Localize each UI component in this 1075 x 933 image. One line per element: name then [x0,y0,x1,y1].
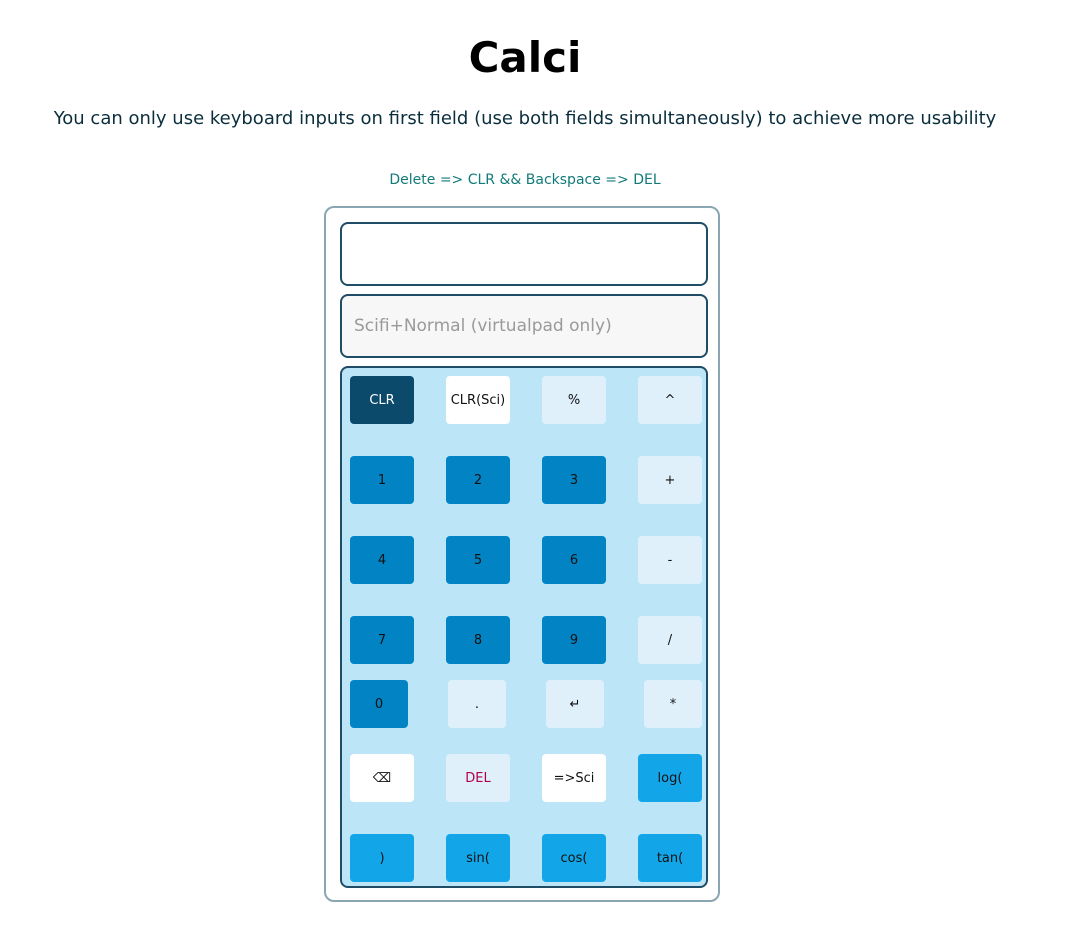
del-button[interactable]: DEL [446,754,510,802]
minus-button[interactable]: - [638,536,702,584]
log-button[interactable]: log( [638,754,702,802]
calculator: CLR CLR(Sci) % ^ 1 2 3 + 4 5 6 - 7 8 9 /… [324,206,720,902]
page-subtitle: You can only use keyboard inputs on firs… [53,108,997,129]
digit-3-button[interactable]: 3 [542,456,606,504]
multiply-button[interactable]: * [644,680,702,728]
digit-4-button[interactable]: 4 [350,536,414,584]
keyboard-hint: Delete => CLR && Backspace => DEL [389,172,661,188]
digit-6-button[interactable]: 6 [542,536,606,584]
digit-8-button[interactable]: 8 [446,616,510,664]
digit-5-button[interactable]: 5 [446,536,510,584]
clr-sci-button[interactable]: CLR(Sci) [446,376,510,424]
plus-button[interactable]: + [638,456,702,504]
digit-1-button[interactable]: 1 [350,456,414,504]
to-sci-button[interactable]: =>Sci [542,754,606,802]
page-title: Calci [468,33,582,82]
decimal-point-button[interactable]: . [448,680,506,728]
cos-button[interactable]: cos( [542,834,606,882]
digit-2-button[interactable]: 2 [446,456,510,504]
tan-button[interactable]: tan( [638,834,702,882]
enter-button[interactable]: ↵ [546,680,604,728]
divide-button[interactable]: / [638,616,702,664]
percent-button[interactable]: % [542,376,606,424]
close-paren-button[interactable]: ) [350,834,414,882]
power-button[interactable]: ^ [638,376,702,424]
main-input[interactable] [340,222,708,286]
page: Calci You can only use keyboard inputs o… [0,0,1075,933]
digit-9-button[interactable]: 9 [542,616,606,664]
sin-button[interactable]: sin( [446,834,510,882]
scientific-input[interactable] [340,294,708,358]
backspace-button[interactable]: ⌫ [350,754,414,802]
virtual-keypad: CLR CLR(Sci) % ^ 1 2 3 + 4 5 6 - 7 8 9 /… [340,366,708,888]
digit-7-button[interactable]: 7 [350,616,414,664]
clr-button[interactable]: CLR [350,376,414,424]
digit-0-button[interactable]: 0 [350,680,408,728]
